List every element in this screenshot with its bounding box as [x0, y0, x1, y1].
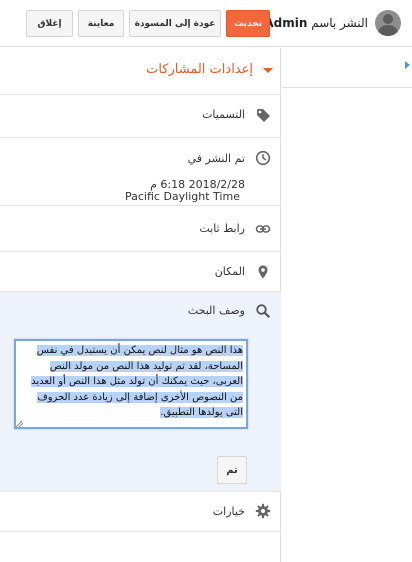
options-label: خيارات — [212, 505, 245, 518]
link-icon — [255, 225, 271, 233]
permalink-section[interactable]: رابط ثابت — [0, 206, 281, 252]
publisher-info: النشر باسم Admin — [264, 16, 368, 30]
revert-to-draft-button[interactable]: عودة إلى المسودة — [129, 10, 221, 37]
location-label: المكان — [214, 265, 245, 278]
expand-arrow-icon[interactable] — [405, 61, 410, 69]
search-description-textarea[interactable]: هذا النص هو مثال لنص يمكن أن يستبدل في ن… — [14, 339, 248, 429]
permalink-label: رابط ثابت — [199, 222, 245, 235]
location-pin-icon — [258, 265, 268, 279]
published-timezone: Pacific Daylight Time — [125, 190, 240, 203]
post-settings-panel: إعدادات المشاركات التسميات تم النشر في 2… — [0, 48, 281, 562]
resize-grip-icon[interactable] — [16, 421, 23, 427]
labels-label: التسميات — [202, 108, 245, 121]
options-section[interactable]: خيارات — [0, 492, 281, 532]
done-button[interactable]: تم — [217, 456, 247, 484]
publisher-name: Admin — [264, 16, 308, 30]
labels-section[interactable]: التسميات — [0, 95, 281, 138]
post-settings-header[interactable]: إعدادات المشاركات — [0, 48, 281, 95]
top-bar: النشر باسم Admin تحديث عودة إلى المسودة … — [0, 0, 412, 47]
chevron-down-icon — [263, 68, 273, 73]
published-section[interactable]: تم النشر في 2018/2/28 6:18 م Pacific Day… — [0, 138, 281, 206]
post-settings-title: إعدادات المشاركات — [146, 62, 253, 77]
avatar[interactable] — [375, 10, 401, 36]
panel-bottom-space — [0, 532, 281, 562]
close-button[interactable]: إغلاق — [26, 10, 73, 37]
update-button[interactable]: تحديث — [226, 10, 270, 37]
search-icon — [256, 304, 270, 318]
location-section[interactable]: المكان — [0, 252, 281, 292]
collapsed-panel — [282, 48, 412, 88]
search-description-label: وصف البحث — [187, 304, 245, 317]
published-label: تم النشر في — [187, 152, 245, 165]
preview-button[interactable]: معاينة — [78, 10, 124, 37]
clock-icon — [255, 150, 271, 166]
gear-icon — [255, 503, 271, 519]
publisher-prefix: النشر باسم — [311, 16, 368, 30]
search-description-section: وصف البحث هذا النص هو مثال لنص يمكن أن ي… — [0, 292, 281, 492]
tag-icon — [257, 109, 270, 122]
search-description-text: هذا النص هو مثال لنص يمكن أن يستبدل في ن… — [31, 345, 243, 418]
